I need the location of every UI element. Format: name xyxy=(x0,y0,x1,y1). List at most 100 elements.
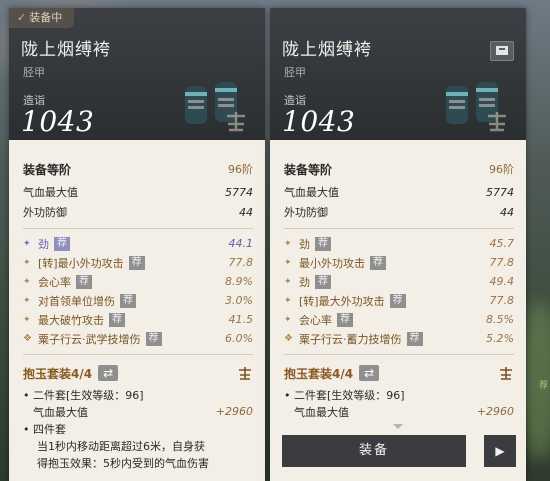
chevron-down-icon[interactable] xyxy=(393,424,403,429)
recommend-tag: 荐 xyxy=(54,236,70,251)
item-name: 陇上烟缚袴 xyxy=(282,40,372,60)
base-stat-label: 气血最大值 xyxy=(284,186,339,199)
more-options-button[interactable]: ▶ xyxy=(484,435,516,467)
sub-stat-row: ❖ 粟子行云·蓄力技增伤荐 5.2% xyxy=(284,329,514,348)
diamond-icon: ❖ xyxy=(23,333,32,344)
set-bonus-text: 气血最大值 xyxy=(33,405,88,419)
sub-stat-label: [转]最大外功攻击 xyxy=(299,294,385,308)
item-name: 陇上烟缚袴 xyxy=(21,40,111,60)
recommend-tag: 荐 xyxy=(337,312,353,327)
divider xyxy=(23,228,253,229)
sub-stat-row: ✦ 最小外功攻击荐 77.8 xyxy=(284,253,514,272)
sub-stat-label: 最大破竹攻击 xyxy=(38,313,104,327)
bullet-icon: ✦ xyxy=(284,238,292,249)
base-stat-row: 外功防御 44 xyxy=(284,202,514,222)
set-name: 抱玉套装4/4 xyxy=(23,366,93,381)
bullet-icon: ✦ xyxy=(23,238,31,249)
tier-row: 装备等阶 96阶 xyxy=(23,156,253,182)
divider xyxy=(284,228,514,229)
set-bonus-text: 气血最大值 xyxy=(294,405,349,419)
item-header: ✓ 装备中 陇上烟缚袴 胫甲 造诣 1043 xyxy=(9,8,265,140)
diamond-icon: ❖ xyxy=(284,333,293,344)
sub-stat-value: 77.8 xyxy=(489,256,515,269)
set-bonus-line: • 四件套 xyxy=(23,420,253,437)
item-header: 陇上烟缚袴 胫甲 造诣 1043 xyxy=(270,8,526,140)
seal-stamp-icon xyxy=(500,367,512,380)
sub-stat-value: 8.5% xyxy=(486,313,514,326)
set-description: 得抱玉效果：5秒内受到的气血伤害 xyxy=(37,456,209,470)
divider xyxy=(23,354,253,355)
check-icon: ✓ xyxy=(17,11,27,24)
set-bonus-line: 气血最大值 +2960 xyxy=(284,403,514,420)
sub-stat-label: 最小外功攻击 xyxy=(299,256,365,270)
sub-stat-label: 会心率 xyxy=(299,313,332,327)
bullet-icon: ✦ xyxy=(284,295,292,306)
sub-stat-label: 劲 xyxy=(38,237,49,251)
tier-row: 装备等阶 96阶 xyxy=(284,156,514,182)
equipped-item-card: ✓ 装备中 陇上烟缚袴 胫甲 造诣 1043 装备等阶 96阶 气血最大值 577… xyxy=(9,8,265,481)
sub-stat-label: 粟子行云·武学技增伤 xyxy=(38,332,141,346)
set-bonus-value: +2960 xyxy=(476,405,514,418)
item-type: 胫甲 xyxy=(23,66,45,79)
base-stat-row: 气血最大值 5774 xyxy=(23,182,253,202)
swap-icon[interactable]: ⇄ xyxy=(98,365,119,381)
sub-stat-label: 对首领单位增伤 xyxy=(38,294,115,308)
sub-stat-row: ✦ 劲荐 49.4 xyxy=(284,272,514,291)
compare-icon[interactable] xyxy=(490,41,514,61)
recommend-tag: 荐 xyxy=(145,331,162,346)
bullet-icon: • xyxy=(23,422,30,436)
base-stat-row: 外功防御 44 xyxy=(23,202,253,222)
sub-stat-row: ✦ 劲荐 44.1 xyxy=(23,234,253,253)
equip-button[interactable]: 装备 xyxy=(282,435,466,467)
sub-stat-value: 8.9% xyxy=(225,275,253,288)
sub-stat-label: 粟子行云·蓄力技增伤 xyxy=(299,332,402,346)
divider xyxy=(284,354,514,355)
recommend-tag: 荐 xyxy=(128,255,145,270)
recommend-tag: 荐 xyxy=(370,255,386,270)
compare-item-card: 陇上烟缚袴 胫甲 造诣 1043 装备等阶 96阶 气血最大值 5774 外功防… xyxy=(270,8,526,481)
set-bonus-value: +2960 xyxy=(215,405,253,418)
base-stat-label: 外功防御 xyxy=(23,206,67,219)
recommend-tag: 荐 xyxy=(389,293,406,308)
tier-label: 装备等阶 xyxy=(23,162,72,177)
bullet-icon: ✦ xyxy=(23,257,31,268)
base-stat-value: 44 xyxy=(239,205,253,219)
base-stat-value: 44 xyxy=(500,205,514,219)
set-bonus-text: 二件套[生效等级：96] xyxy=(33,388,144,402)
bullet-icon: • xyxy=(284,388,291,402)
set-bonus-line: 气血最大值 +2960 xyxy=(23,403,253,420)
bullet-icon: ✦ xyxy=(284,257,292,268)
sub-stat-row: ✦ [转]最小外功攻击荐 77.8 xyxy=(23,253,253,272)
set-header: 抱玉套装4/4 ⇄ xyxy=(23,360,253,386)
sub-stat-value: 49.4 xyxy=(489,275,515,288)
set-bonus-line: • 二件套[生效等级：96] xyxy=(284,386,514,403)
seal-stamp-icon xyxy=(488,112,506,132)
set-bonus-text: 四件套 xyxy=(33,422,66,436)
side-caption: 荐 xyxy=(538,381,548,391)
capability-value: 1043 xyxy=(282,105,356,138)
sub-stat-label: 会心率 xyxy=(38,275,71,289)
sub-stat-value: 3.0% xyxy=(225,294,253,307)
bullet-icon: • xyxy=(23,388,30,402)
sub-stat-row: ❖ 粟子行云·武学技增伤荐 6.0% xyxy=(23,329,253,348)
bullet-icon: ✦ xyxy=(284,314,292,325)
equipped-label: 装备中 xyxy=(29,11,63,24)
bullet-icon: ✦ xyxy=(284,276,292,287)
sub-stat-value: 45.7 xyxy=(489,237,515,250)
sub-stat-value: 5.2% xyxy=(486,332,514,345)
sub-stat-label: 劲 xyxy=(299,237,310,251)
seal-stamp-icon xyxy=(227,112,245,132)
sub-stat-row: ✦ 劲荐 45.7 xyxy=(284,234,514,253)
recommend-tag: 荐 xyxy=(109,312,125,327)
sub-stat-value: 77.8 xyxy=(489,294,515,307)
base-stat-value: 5774 xyxy=(225,185,253,199)
action-bar: 装备 ▶ xyxy=(282,435,516,467)
sub-stat-label: [转]最小外功攻击 xyxy=(38,256,124,270)
sub-stat-row: ✦ 最大破竹攻击荐 41.5 xyxy=(23,310,253,329)
swap-icon[interactable]: ⇄ xyxy=(359,365,380,381)
sub-stat-row: ✦ 对首领单位增伤荐 3.0% xyxy=(23,291,253,310)
capability-value: 1043 xyxy=(21,105,95,138)
sub-stat-label: 劲 xyxy=(299,275,310,289)
base-stat-row: 气血最大值 5774 xyxy=(284,182,514,202)
set-name: 抱玉套装4/4 xyxy=(284,366,354,381)
